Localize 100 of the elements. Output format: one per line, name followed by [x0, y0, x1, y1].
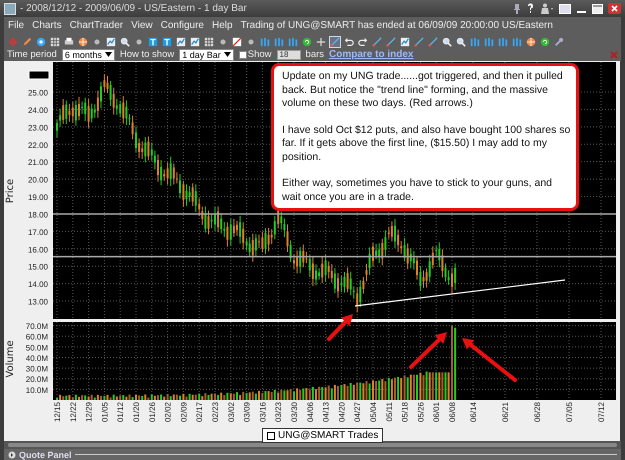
- legend-checkbox[interactable]: [267, 432, 275, 440]
- tool-button[interactable]: [259, 36, 271, 48]
- menu-item[interactable]: Charts: [32, 20, 62, 31]
- volume-tick: 10.0M: [26, 386, 48, 395]
- menu-item[interactable]: Configure: [160, 20, 204, 31]
- bars-icon: [470, 36, 480, 46]
- tool-button[interactable]: [301, 36, 313, 48]
- menu-item[interactable]: ChartTrader: [70, 20, 124, 31]
- tool-button[interactable]: [287, 36, 299, 48]
- price-tick: 16.00: [28, 245, 48, 254]
- axis-title: Price: [5, 178, 16, 204]
- tool-button[interactable]: [553, 36, 565, 48]
- chart-icon: [400, 36, 410, 46]
- dot-icon: [246, 36, 256, 46]
- tool-button[interactable]: [483, 36, 495, 48]
- maximize-icon[interactable]: [592, 4, 603, 14]
- date-label: 03/02: [226, 402, 236, 422]
- dot-icon: [218, 36, 228, 46]
- date-label: 02/17: [195, 402, 204, 422]
- bar-type-dropdown[interactable]: 1 day Bar: [179, 48, 234, 60]
- tool-button[interactable]: [161, 36, 173, 48]
- grid-icon: [50, 36, 60, 46]
- tool-button[interactable]: [441, 36, 453, 48]
- window-icon: [559, 4, 571, 14]
- tool-button[interactable]: [511, 36, 523, 48]
- volume-tick: 20.0M: [26, 375, 48, 384]
- tool-button[interactable]: [203, 36, 215, 48]
- circle-icon: [36, 36, 46, 46]
- tool-button[interactable]: [329, 36, 341, 48]
- volume-tick: 30.0M: [26, 364, 48, 374]
- legend-label: UNG@SMART Trades: [278, 430, 378, 441]
- date-label: 05/04: [369, 402, 378, 422]
- tool-button[interactable]: [371, 36, 383, 48]
- printer-icon: [64, 36, 74, 46]
- bars-icon: [512, 36, 522, 46]
- date-label: 01/05: [100, 402, 110, 422]
- period-dropdown[interactable]: 6 months: [62, 48, 115, 60]
- tool-button[interactable]: [343, 36, 355, 48]
- tool-button[interactable]: [231, 36, 243, 48]
- date-label: 02/02: [164, 402, 173, 422]
- tool-button[interactable]: [385, 36, 397, 48]
- tool-button[interactable]: [357, 36, 369, 48]
- refresh-icon: [540, 36, 550, 46]
- tool-button[interactable]: [399, 36, 411, 48]
- tool-button[interactable]: [189, 36, 201, 48]
- tool-button[interactable]: [273, 36, 285, 48]
- menu-item[interactable]: View: [131, 20, 153, 31]
- note-text: I have sold Oct $12 puts, and also have bought 100 shares so far. If it gets above the first line, ($15.50) I may add to my position.: [282, 124, 572, 164]
- zoom-icon: [456, 36, 466, 46]
- price-tick: 20.00: [28, 176, 48, 185]
- date-label: 01/26: [148, 402, 157, 422]
- wrench-icon: [554, 36, 564, 46]
- close-icon[interactable]: [608, 3, 621, 14]
- line-icon: [414, 36, 424, 46]
- chart-icon: [176, 36, 186, 46]
- bars-icon: [484, 36, 494, 46]
- text-icon: [148, 36, 158, 46]
- tool-button[interactable]: [35, 36, 47, 48]
- compare-link[interactable]: Compare to index: [329, 49, 414, 60]
- tool-button[interactable]: [469, 36, 481, 48]
- dot-icon: [134, 36, 144, 46]
- panel-title[interactable]: Quote Panel: [19, 450, 72, 460]
- tool-button[interactable]: [63, 36, 75, 48]
- axis-title: Volume: [5, 340, 16, 378]
- date-label: 05/26: [416, 402, 426, 422]
- tool-button[interactable]: [427, 36, 439, 48]
- crosshair-icon: [8, 36, 18, 46]
- note-text: Either way, sometimes you have to stick to your guns, and wait once you are in a trade.: [282, 177, 554, 204]
- text-icon: [162, 36, 172, 46]
- tool-button[interactable]: [175, 36, 187, 48]
- chart-icon: [106, 36, 116, 46]
- date-label: 03/16: [258, 402, 268, 422]
- annotation-arrow: [462, 338, 517, 382]
- expand-icon[interactable]: [8, 450, 16, 458]
- tool-button[interactable]: [49, 36, 61, 48]
- bars-icon: [288, 36, 298, 46]
- tool-button[interactable]: [497, 36, 509, 48]
- tool-button[interactable]: [539, 36, 551, 48]
- menu-item[interactable]: File: [8, 20, 24, 31]
- pin-icon: [513, 3, 521, 14]
- date-label: 12/22: [68, 402, 78, 422]
- tool-button[interactable]: [147, 36, 159, 48]
- note-text: Update on my UNG trade......got triggered, and then it pulled back. But notice the "trend line" forming, and the massive volume on these two days. (Red arrows.): [282, 70, 564, 110]
- price-tick: 17.00: [28, 228, 48, 237]
- tool-button[interactable]: [105, 36, 117, 48]
- tool-button[interactable]: [455, 36, 467, 48]
- volume-tick: 50.0M: [26, 343, 48, 352]
- menu-item[interactable]: Help: [212, 20, 233, 31]
- date-label: 02/23: [211, 402, 220, 422]
- scrollbar[interactable]: [8, 443, 617, 447]
- pencil-icon: [22, 36, 32, 46]
- tool-button[interactable]: [413, 36, 425, 48]
- bars-icon: [498, 36, 508, 46]
- volume-tick: 40.0M: [26, 354, 48, 363]
- tool-button[interactable]: [119, 36, 131, 48]
- price-tick: 23.00: [28, 123, 48, 132]
- annotation-arrow: [409, 332, 447, 369]
- price-tick: 21.00: [28, 158, 48, 168]
- bars-icon: [274, 36, 284, 46]
- line-icon: [386, 36, 396, 46]
